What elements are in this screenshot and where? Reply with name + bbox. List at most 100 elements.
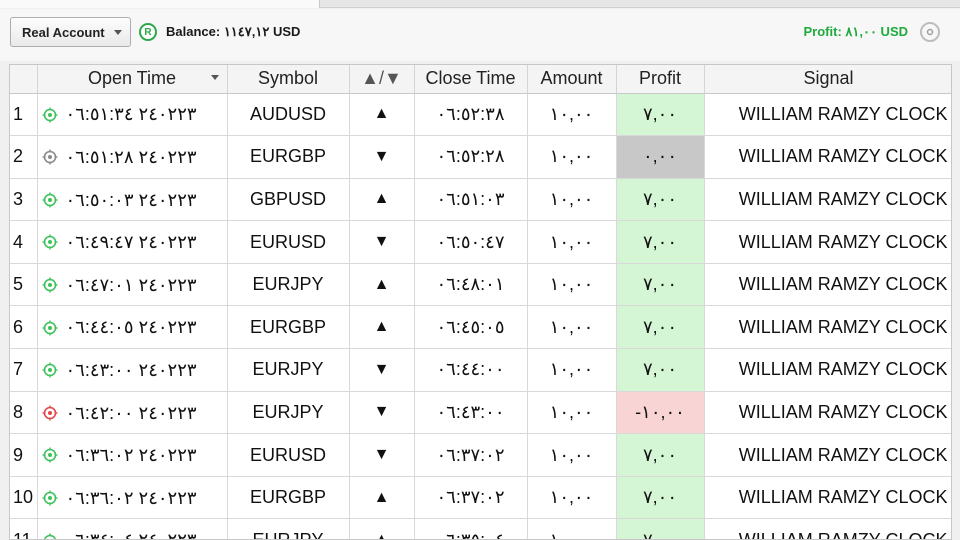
table-row[interactable]: 8 ٢٤٠٢٢٣ ٠٦:٤٢:٠٠ EURJPY ▼ ٠٦:٤٣:٠٠ ١٠,٠٠ -١٠,…	[10, 391, 951, 435]
signal-cell: WILLIAM RAMZY CLOCK	[704, 476, 951, 520]
table-row[interactable]: 4 ٢٤٠٢٢٣ ٠٦:٤٩:٤٧ EURUSD ▼ ٠٦:٥٠:٤٧ ١٠,٠٠ ٧,٠٠…	[10, 220, 951, 264]
row-number: 10	[10, 476, 38, 520]
open-time-text: ٢٤٠٢٢٣ ٠٦:٣٦:٠٢	[65, 487, 197, 508]
close-time-cell: ٠٦:٣٥:٠٤	[414, 518, 528, 539]
open-time-cell: ٢٤٠٢٢٣ ٠٦:٤٩:٤٧	[37, 220, 228, 264]
signal-cell: WILLIAM RAMZY CLOCK	[704, 93, 951, 137]
row-number: 9	[10, 433, 38, 477]
table-row[interactable]: 3 ٢٤٠٢٢٣ ٠٦:٥٠:٠٣ GBPUSD ▲ ٠٦:٥١:٠٣ ١٠,٠٠ ٧,٠٠…	[10, 178, 951, 222]
target-status-icon	[42, 149, 57, 165]
col-header-open-time-label: Open Time	[87, 68, 177, 89]
target-status-icon	[42, 192, 57, 208]
signal-cell: WILLIAM RAMZY CLOCK	[704, 348, 951, 392]
open-time-cell: ٢٤٠٢٢٣ ٠٦:٥٠:٠٣	[37, 178, 228, 222]
signal-cell: WILLIAM RAMZY CLOCK	[704, 178, 951, 222]
direction-icon: ▼	[349, 433, 415, 477]
profit-cell: ٧,٠٠	[616, 93, 705, 137]
col-header-signal[interactable]: Signal	[704, 65, 951, 94]
target-status-icon	[43, 533, 56, 539]
profit-cell: -١٠,٠٠	[616, 391, 705, 435]
col-header-symbol[interactable]: Symbol	[227, 65, 350, 94]
profit-cell: ٧,٠٠	[616, 178, 705, 222]
target-status-icon	[42, 362, 57, 378]
account-select[interactable]: Real Account	[10, 17, 131, 47]
amount-cell: ١٠,٠٠	[527, 178, 617, 222]
col-header-open-time[interactable]: Open Time	[37, 65, 228, 94]
table-row[interactable]: 6 ٢٤٠٢٢٣ ٠٦:٤٤:٠٥ EURGBP ▲ ٠٦:٤٥:٠٥ ١٠,٠٠ ٧,٠٠…	[10, 305, 951, 350]
open-time-text: ٢٤٠٢٢٣ ٠٦:٤٣:٠٠	[65, 359, 197, 380]
account-select-label: Real Account	[22, 24, 105, 40]
real-account-icon-letter: R	[144, 26, 152, 38]
target-status-icon	[42, 447, 57, 463]
tab-active[interactable]	[0, 0, 320, 8]
amount-cell: ١٠,٠٠	[527, 476, 617, 520]
symbol-cell: EURJPY	[227, 263, 350, 307]
open-time-cell: ٢٤٠٢٢٣ ٠٦:٤٤:٠٥	[37, 305, 228, 350]
header-row: Open Time Symbol ▲/▼ Close Time Amount P…	[10, 65, 951, 94]
amount-cell: ١٠,٠٠	[527, 93, 617, 137]
close-time-cell: ٠٦:٤٤:٠٠	[414, 348, 528, 392]
open-time-text: ٢٤٠٢٢٣ ٠٦:٤٧:٠١	[65, 274, 197, 295]
close-time-cell: ٠٦:٤٨:٠١	[414, 263, 528, 307]
target-status-icon	[42, 107, 57, 123]
row-number: 7	[10, 348, 38, 392]
direction-icon: ▼	[349, 135, 415, 179]
direction-icon: ▼	[349, 220, 415, 264]
signal-cell: WILLIAM RAMZY CLOCK	[704, 433, 951, 477]
signal-cell: WILLIAM RAMZY CLOCK	[704, 391, 951, 435]
tab-strip	[0, 0, 960, 8]
open-time-cell: ٢٤٠٢٢٣ ٠٦:٥١:٢٨	[37, 135, 228, 179]
row-number: 2	[10, 135, 38, 179]
col-header-number[interactable]	[10, 65, 38, 94]
amount-cell: ١٠,٠٠	[527, 220, 617, 264]
open-time-cell: ٢٤٠٢٢٣ ٠٦:٤٣:٠٠	[37, 348, 228, 392]
row-number: 8	[10, 391, 38, 435]
table-row[interactable]: 2 ٢٤٠٢٢٣ ٠٦:٥١:٢٨ EURGBP ▼ ٠٦:٥٢:٢٨ ١٠,٠٠ ٠,٠٠…	[10, 135, 951, 179]
row-number: 6	[10, 305, 38, 350]
signal-cell: WILLIAM RAMZY CLOCK	[704, 305, 951, 350]
amount-cell: ١٠,٠٠	[527, 348, 617, 392]
sort-desc-icon	[210, 75, 219, 80]
amount-cell: ١٠,٠٠	[527, 135, 617, 179]
balance-text: Balance: ١١٤٧,١٢ USD	[166, 24, 301, 39]
real-account-icon: R	[139, 23, 157, 41]
app-window: Real Account R Balance: ١١٤٧,١٢ USD Prof…	[0, 0, 960, 540]
profit-cell: ٧,٠٠	[616, 476, 705, 520]
row-number: 1	[10, 93, 38, 137]
table-row[interactable]: 5 ٢٤٠٢٢٣ ٠٦:٤٧:٠١ EURJPY ▲ ٠٦:٤٨:٠١ ١٠,٠٠ ٧,٠٠…	[10, 263, 951, 307]
direction-icon: ▼	[349, 348, 415, 392]
symbol-cell: EURGBP	[227, 305, 350, 350]
table-row[interactable]: 9 ٢٤٠٢٢٣ ٠٦:٣٦:٠٢ EURUSD ▼ ٠٦:٣٧:٠٢ ١٠,٠٠ ٧,٠٠…	[10, 433, 951, 477]
table-row[interactable]: 1 ٢٤٠٢٢٣ ٠٦:٥١:٣٤ AUDUSD ▲ ٠٦:٥٢:٣٨ ١٠,٠٠ ٧,٠٠…	[10, 93, 951, 137]
row-number: 4	[10, 220, 38, 264]
signal-cell: WILLIAM RAMZY CLOCK	[704, 135, 951, 179]
open-time-cell: ٢٤٠٢٢٣ ٠٦:٣٦:٠٢	[37, 433, 228, 477]
signal-cell: WILLIAM RAMZY CLOCK	[704, 220, 951, 264]
open-time-cell: ٢٤٠٢٢٣ ٠٦:٤٧:٠١	[37, 263, 228, 307]
profit-cell: ٧,٠٠	[616, 433, 705, 477]
total-profit-text: Profit: ٨١,٠٠ USD	[803, 24, 909, 39]
reset-icon[interactable]	[920, 22, 940, 42]
symbol-cell: EURJPY	[227, 348, 350, 392]
open-time-cell: ٢٤٠٢٢٣ ٠٦:٤٢:٠٠	[37, 391, 228, 435]
toolbar: Real Account R Balance: ١١٤٧,١٢ USD Prof…	[0, 9, 960, 61]
table-row[interactable]: 11 ٢٤٠٢٢٣ ٠٦:٣٤:٠٤ EURJPY▲٠٦:٣٥:٠٤١٠,٠٠٧,٠…	[10, 518, 951, 539]
target-status-icon	[42, 490, 57, 506]
col-header-amount[interactable]: Amount	[527, 65, 617, 94]
chevron-down-icon	[114, 30, 122, 35]
table-row[interactable]: 10 ٢٤٠٢٢٣ ٠٦:٣٦:٠٢ EURGBP ▲ ٠٦:٣٧:٠٢ ١٠,٠٠ ٧,٠…	[10, 476, 951, 520]
close-time-cell: ٠٦:٣٧:٠٢	[414, 476, 528, 520]
amount-cell: ١٠,٠٠	[527, 391, 617, 435]
close-time-cell: ٠٦:٤٥:٠٥	[414, 305, 528, 350]
col-header-direction[interactable]: ▲/▼	[349, 65, 415, 94]
open-time-text: ٢٤٠٢٢٣ ٠٦:٣٤:٠٤	[66, 530, 197, 539]
open-time-text: ٢٤٠٢٢٣ ٠٦:٤٢:٠٠	[65, 402, 197, 423]
col-header-close-time[interactable]: Close Time	[414, 65, 528, 94]
profit-cell: ٧,٠٠	[616, 348, 705, 392]
open-time-text: ٢٤٠٢٢٣ ٠٦:٣٦:٠٢	[65, 444, 197, 465]
table-row[interactable]: 7 ٢٤٠٢٢٣ ٠٦:٤٣:٠٠ EURJPY ▼ ٠٦:٤٤:٠٠ ١٠,٠٠ ٧,٠٠…	[10, 348, 951, 392]
col-header-profit[interactable]: Profit	[616, 65, 705, 94]
open-time-cell: ٢٤٠٢٢٣ ٠٦:٣٤:٠٤	[37, 518, 228, 539]
direction-icon: ▲	[349, 476, 415, 520]
direction-icon: ▲	[349, 305, 415, 350]
